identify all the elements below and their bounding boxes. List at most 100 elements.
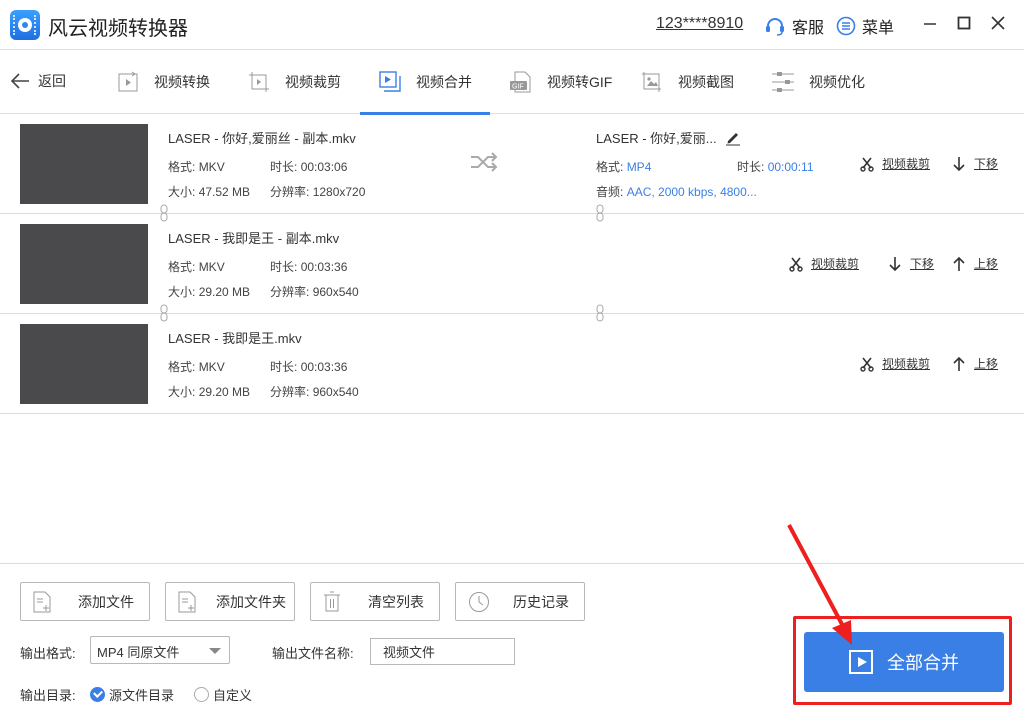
headset-icon xyxy=(766,18,784,36)
image-icon xyxy=(642,72,661,92)
dropdown-caret-icon xyxy=(209,648,221,654)
app-title: 风云视频转换器 xyxy=(48,18,188,40)
customer-service-label: 客服 xyxy=(792,20,825,37)
tab-label: 视频转换 xyxy=(154,74,210,90)
file-resolution: 分辨率: 960x540 xyxy=(270,385,359,399)
file-format: 格式: MKV xyxy=(168,260,225,274)
tab-label: 视频裁剪 xyxy=(285,74,341,90)
file-duration: 时长: 00:03:06 xyxy=(270,160,348,174)
output-dir-label: 输出目录: xyxy=(20,688,76,703)
file-name: LASER - 我即是王 - 副本.mkv xyxy=(168,231,340,246)
shuffle-icon xyxy=(471,152,498,172)
arrow-up-icon xyxy=(953,256,965,271)
scissors-icon xyxy=(860,157,874,172)
play-icon xyxy=(849,650,873,674)
crop-video-button[interactable]: 视频裁剪 xyxy=(860,155,930,172)
customer-service-button[interactable]: 客服 xyxy=(764,14,824,38)
function-nav: 返回 视频转换 视频裁剪 视频合并 GIF 视频转GIF 视频截图 视频优化 xyxy=(0,51,1024,115)
link-chain-icon xyxy=(596,304,604,322)
clock-icon xyxy=(469,592,489,612)
tab-video-crop[interactable]: 视频裁剪 xyxy=(247,69,341,95)
file-size: 大小: 29.20 MB xyxy=(168,385,251,399)
video-thumbnail xyxy=(20,124,148,204)
output-format-select[interactable]: MP4 同原文件 xyxy=(90,636,230,664)
file-size: 大小: 47.52 MB xyxy=(168,185,251,199)
sliders-icon xyxy=(772,72,794,92)
file-size: 大小: 29.20 MB xyxy=(168,285,251,299)
svg-text:GIF: GIF xyxy=(512,84,524,91)
output-format-value: MP4 同原文件 xyxy=(97,645,180,660)
account-link[interactable]: 123****8910 xyxy=(656,15,743,33)
tab-video-merge[interactable]: 视频合并 xyxy=(360,69,490,115)
video-thumbnail xyxy=(20,224,148,304)
menu-label: 菜单 xyxy=(862,20,895,37)
crop-video-button[interactable]: 视频裁剪 xyxy=(860,355,930,372)
maximize-icon xyxy=(957,16,971,30)
file-format: 格式: MKV xyxy=(168,160,225,174)
tab-video-convert[interactable]: 视频转换 xyxy=(116,69,210,95)
crop-video-button[interactable]: 视频裁剪 xyxy=(789,255,859,272)
tab-label: 视频截图 xyxy=(678,74,734,90)
move-down-button[interactable]: 下移 xyxy=(888,255,934,272)
add-file-button[interactable]: 添加文件 xyxy=(20,582,150,621)
back-button[interactable]: 返回 xyxy=(10,71,66,91)
tab-label: 视频优化 xyxy=(809,74,865,90)
video-thumbnail xyxy=(20,324,148,404)
merge-all-label: 全部合并 xyxy=(887,653,959,673)
file-list-item[interactable]: LASER - 我即是王 - 副本.mkv 格式: MKV 时长: 00:03:… xyxy=(0,214,1024,314)
tab-video-screenshot[interactable]: 视频截图 xyxy=(640,69,734,95)
output-duration: 时长: 00:00:11 xyxy=(737,160,814,174)
file-resolution: 分辨率: 1280x720 xyxy=(270,185,366,199)
add-folder-button[interactable]: 添加文件夹 xyxy=(165,582,295,621)
tab-label: 视频转GIF xyxy=(547,74,613,90)
move-down-button[interactable]: 下移 xyxy=(952,155,998,172)
video-merge-icon xyxy=(379,71,401,92)
merge-all-button[interactable]: 全部合并 xyxy=(804,632,1004,692)
file-name: LASER - 我即是王.mkv xyxy=(168,331,302,346)
scissors-icon xyxy=(860,357,874,372)
file-duration: 时长: 00:03:36 xyxy=(270,360,348,374)
maximize-button[interactable] xyxy=(953,12,975,34)
file-list-item[interactable]: LASER - 你好,爱丽丝 - 副本.mkv 格式: MKV 时长: 00:0… xyxy=(0,114,1024,214)
move-up-button[interactable]: 上移 xyxy=(952,255,998,272)
close-icon xyxy=(991,16,1005,30)
file-duration: 时长: 00:03:36 xyxy=(270,260,348,274)
radio-unchecked-icon xyxy=(194,687,209,702)
output-format-label: 输出格式: xyxy=(20,646,76,661)
minimize-button[interactable] xyxy=(919,12,941,34)
link-chain-icon xyxy=(160,304,168,322)
clear-list-button[interactable]: 清空列表 xyxy=(310,582,440,621)
trash-icon xyxy=(324,591,340,612)
output-name-input[interactable] xyxy=(370,638,515,665)
arrow-down-icon xyxy=(953,156,965,171)
radio-custom-dir[interactable]: 自定义 xyxy=(194,685,252,704)
tab-video-optimize[interactable]: 视频优化 xyxy=(771,69,865,95)
output-name-label: 输出文件名称: xyxy=(272,646,354,661)
arrow-up-icon xyxy=(953,356,965,371)
move-up-button[interactable]: 上移 xyxy=(952,355,998,372)
scissors-icon xyxy=(789,257,803,272)
radio-checked-icon xyxy=(90,687,105,702)
title-bar: 风云视频转换器 123****8910 客服 菜单 xyxy=(0,0,1024,50)
link-chain-icon xyxy=(160,204,168,222)
tab-label: 视频合并 xyxy=(416,74,472,90)
link-chain-icon xyxy=(596,204,604,222)
minimize-icon xyxy=(924,23,936,25)
output-name: LASER - 你好,爱丽... xyxy=(596,128,741,147)
back-label: 返回 xyxy=(38,73,66,89)
gif-icon: GIF xyxy=(510,71,531,93)
arrow-down-icon xyxy=(889,256,901,271)
add-folder-icon xyxy=(178,591,196,613)
close-button[interactable] xyxy=(987,12,1009,34)
file-list-item[interactable]: LASER - 我即是王.mkv 格式: MKV 时长: 00:03:36 大小… xyxy=(0,314,1024,414)
output-format: 格式: MP4 xyxy=(596,160,652,174)
arrow-left-icon xyxy=(10,73,29,89)
edit-pencil-icon[interactable] xyxy=(725,130,741,146)
video-convert-icon xyxy=(118,71,138,92)
radio-source-dir[interactable]: 源文件目录 xyxy=(90,685,174,704)
menu-button[interactable]: 菜单 xyxy=(836,14,894,38)
tab-video-to-gif[interactable]: GIF 视频转GIF xyxy=(509,69,612,95)
output-audio: 音频: AAC, 2000 kbps, 4800... xyxy=(596,185,757,199)
history-button[interactable]: 历史记录 xyxy=(455,582,585,621)
file-resolution: 分辨率: 960x540 xyxy=(270,285,359,299)
